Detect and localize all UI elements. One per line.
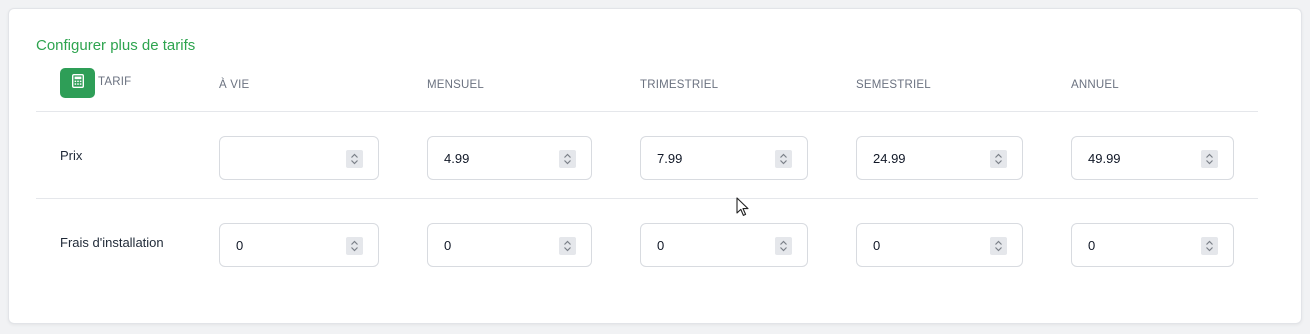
frais-semestriel-input[interactable]: 0 <box>856 223 1023 267</box>
spinner-arrows-icon[interactable] <box>346 237 363 255</box>
spinner-arrows-icon[interactable] <box>1201 150 1218 168</box>
spinner-arrows-icon[interactable] <box>346 150 363 168</box>
spinner-arrows-icon[interactable] <box>559 237 576 255</box>
column-header-annuel: ANNUEL <box>1071 79 1119 91</box>
input-value: 0 <box>657 238 665 253</box>
input-value: 4.99 <box>444 151 470 166</box>
frais-trimestriel-input[interactable]: 0 <box>640 223 808 267</box>
input-value: 49.99 <box>1088 151 1121 166</box>
column-header-a-vie: À VIE <box>219 79 250 91</box>
column-header-semestriel: SEMESTRIEL <box>856 79 931 91</box>
prix-trimestriel-input[interactable]: 7.99 <box>640 136 808 180</box>
header-divider <box>36 111 1258 112</box>
column-header-mensuel: MENSUEL <box>427 79 484 91</box>
row-divider <box>36 198 1258 199</box>
prix-a-vie-input[interactable] <box>219 136 379 180</box>
row-label-frais-installation: Frais d'installation <box>60 235 164 250</box>
frais-a-vie-input[interactable]: 0 <box>219 223 379 267</box>
input-value: 24.99 <box>873 151 906 166</box>
spinner-arrows-icon[interactable] <box>559 150 576 168</box>
input-value: 0 <box>873 238 881 253</box>
mouse-pointer-icon <box>736 197 750 222</box>
calculator-icon <box>71 73 84 93</box>
prix-semestriel-input[interactable]: 24.99 <box>856 136 1023 180</box>
spinner-arrows-icon[interactable] <box>1201 237 1218 255</box>
row-label-prix: Prix <box>60 148 83 163</box>
section-title: Configurer plus de tarifs <box>36 37 196 54</box>
input-value: 0 <box>236 238 244 253</box>
frais-annuel-input[interactable]: 0 <box>1071 223 1234 267</box>
prix-annuel-input[interactable]: 49.99 <box>1071 136 1234 180</box>
spinner-arrows-icon[interactable] <box>775 150 792 168</box>
column-header-tarif: TARIF <box>98 76 132 88</box>
frais-mensuel-input[interactable]: 0 <box>427 223 592 267</box>
prix-mensuel-input[interactable]: 4.99 <box>427 136 592 180</box>
input-value: 0 <box>1088 238 1096 253</box>
spinner-arrows-icon[interactable] <box>990 150 1007 168</box>
spinner-arrows-icon[interactable] <box>775 237 792 255</box>
spinner-arrows-icon[interactable] <box>990 237 1007 255</box>
calculator-button[interactable] <box>60 68 95 98</box>
column-header-trimestriel: TRIMESTRIEL <box>640 79 719 91</box>
input-value: 0 <box>444 238 452 253</box>
input-value: 7.99 <box>657 151 683 166</box>
